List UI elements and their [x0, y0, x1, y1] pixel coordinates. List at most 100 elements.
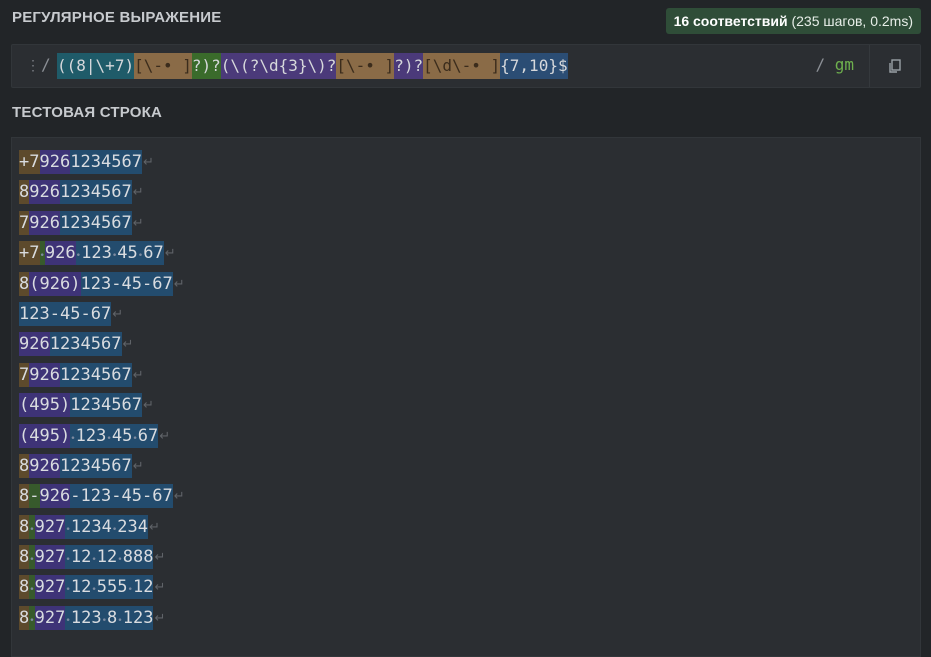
match-segment: 1234567 — [60, 362, 132, 387]
regex-token: ? — [326, 53, 337, 79]
match-segment: 123-45-67 — [80, 271, 173, 296]
match-segment: -123-45-67 — [70, 484, 173, 509]
match-segment: •123•45•67 — [70, 423, 159, 448]
match-segment: 7 — [19, 210, 30, 235]
line-return-icon: ↵ — [132, 184, 144, 200]
line-return-icon: ↵ — [122, 336, 134, 352]
line-return-icon: ↵ — [143, 154, 154, 169]
match-segment: 926 — [29, 362, 60, 387]
match-segment: 926 — [29, 210, 60, 235]
test-line: 8(926)123-45-67↵ — [19, 271, 185, 302]
test-line: 8•927•123•8•123↵ — [19, 605, 185, 636]
test-line: 123-45-67↵ — [19, 301, 185, 332]
match-segment: (495) — [19, 393, 71, 418]
line-return-icon: ↵ — [173, 488, 185, 504]
test-line: +7•926•123•45•67↵ — [19, 241, 185, 271]
regex-input-bar[interactable]: ⋮ / ((8|\+7)[\-• ]?)?(\(?\d{3}\)?[\-• ]?… — [11, 44, 921, 88]
regex-flags-text: gm — [834, 55, 854, 74]
line-return-icon: ↵ — [154, 579, 166, 595]
regex-token: ?)? — [394, 53, 424, 79]
match-segment: 926 — [44, 241, 76, 266]
line-return-icon: ↵ — [164, 245, 176, 261]
test-line: (495)•123•45•67↵ — [19, 423, 185, 454]
match-segment: +7 — [19, 241, 40, 266]
match-count-badge: 16 соответствий (235 шагов, 0.2ms) — [665, 8, 921, 34]
match-segment: 926 — [39, 484, 71, 509]
line-return-icon: ↵ — [154, 549, 166, 565]
match-segment: 8 — [19, 575, 30, 600]
line-return-icon: ↵ — [143, 397, 154, 413]
copy-icon — [889, 59, 901, 73]
match-segment: 1234567 — [60, 453, 132, 478]
line-return-icon: ↵ — [132, 214, 144, 230]
regex-token: \+7) — [95, 53, 135, 79]
match-segment: 927 — [34, 605, 66, 630]
test-lines: +79261234567↵ 89261234567↵ 79261234567↵ +7•… — [19, 150, 185, 636]
test-line: 79261234567↵ — [19, 362, 185, 393]
match-segment: 1234567 — [70, 150, 142, 174]
test-line: 89261234567↵ — [19, 180, 185, 210]
test-line: 9261234567↵ — [19, 332, 185, 362]
match-segment: •123•8•123 — [65, 605, 154, 630]
match-segment: 927 — [34, 514, 66, 539]
match-segment: 8 — [19, 605, 30, 630]
test-line: 8•927•1234•234↵ — [19, 514, 185, 545]
match-segment: 8 — [19, 545, 30, 570]
test-line: 8-926-123-45-67↵ — [19, 484, 185, 514]
test-line: (495)1234567↵ — [19, 393, 185, 423]
match-segment: 927 — [34, 545, 66, 570]
match-segment: 8 — [19, 514, 30, 539]
match-segment: 1234567 — [70, 393, 142, 418]
match-segment: 8 — [19, 180, 30, 205]
match-segment: 926 — [39, 150, 71, 174]
test-string-editor[interactable]: +79261234567↵ 89261234567↵ 79261234567↵ +7•… — [11, 137, 921, 657]
match-segment: •12•12•888 — [65, 545, 154, 570]
regex-close-slash: / — [815, 55, 826, 74]
regex-token: [\d\-• ] — [423, 53, 501, 79]
match-segment: 926 — [19, 332, 50, 357]
test-line: 89261234567↵ — [19, 453, 185, 484]
regex-token: ?\d{3} — [249, 53, 308, 79]
drag-handle-icon[interactable]: ⋮ — [26, 57, 40, 74]
match-segment: 8 — [19, 484, 30, 509]
line-return-icon: ↵ — [154, 609, 166, 625]
match-segment: •1234•234 — [65, 514, 149, 539]
test-line: 79261234567↵ — [19, 210, 185, 241]
match-segment: 123-45-67 — [19, 301, 112, 326]
regex-flags[interactable]: / gm — [815, 55, 854, 74]
regex-token: \) — [307, 53, 327, 79]
match-meta: (235 шагов, 0.2ms) — [791, 13, 913, 29]
regex-token: (\( — [220, 53, 250, 79]
line-return-icon: ↵ — [132, 457, 144, 473]
match-segment: 926 — [29, 180, 60, 205]
copy-button[interactable] — [869, 45, 920, 87]
match-segment: 7 — [19, 362, 30, 387]
regex-open-slash: / — [41, 55, 51, 74]
match-segment: 1234567 — [60, 180, 132, 205]
regex-input[interactable]: ((8|\+7)[\-• ]?)?(\(?\d{3}\)?[\-• ]?)?[\… — [57, 53, 568, 79]
line-return-icon: ↵ — [112, 305, 124, 321]
match-segment: •12•555•12 — [65, 575, 154, 600]
match-segment: (495) — [19, 423, 71, 448]
regex-token: {7,10}$ — [500, 53, 568, 79]
match-segment: (926) — [29, 271, 81, 296]
regex-token: [\-• ] — [134, 53, 192, 79]
match-segment: 1234567 — [60, 210, 132, 235]
line-return-icon: ↵ — [149, 518, 160, 534]
test-string-title: ТЕСТОВАЯ СТРОКА — [12, 104, 163, 121]
match-segment: 927 — [34, 575, 66, 600]
match-count: 16 соответствий — [673, 13, 788, 29]
match-segment: +7 — [19, 150, 40, 174]
match-segment: 8 — [19, 271, 30, 296]
match-segment: 8 — [19, 453, 30, 478]
line-return-icon: ↵ — [132, 366, 144, 382]
regex-section-title: РЕГУЛЯРНОЕ ВЫРАЖЕНИЕ — [12, 9, 222, 26]
regex-token: [\-• ] — [336, 53, 395, 79]
test-line: +79261234567↵ — [19, 150, 185, 180]
match-segment: 1234567 — [49, 332, 122, 357]
test-line: 8•927•12•555•12↵ — [19, 575, 185, 605]
line-return-icon: ↵ — [159, 427, 171, 443]
regex-token: | — [85, 53, 96, 79]
regex-token: ((8 — [57, 53, 86, 79]
line-return-icon: ↵ — [173, 275, 185, 291]
